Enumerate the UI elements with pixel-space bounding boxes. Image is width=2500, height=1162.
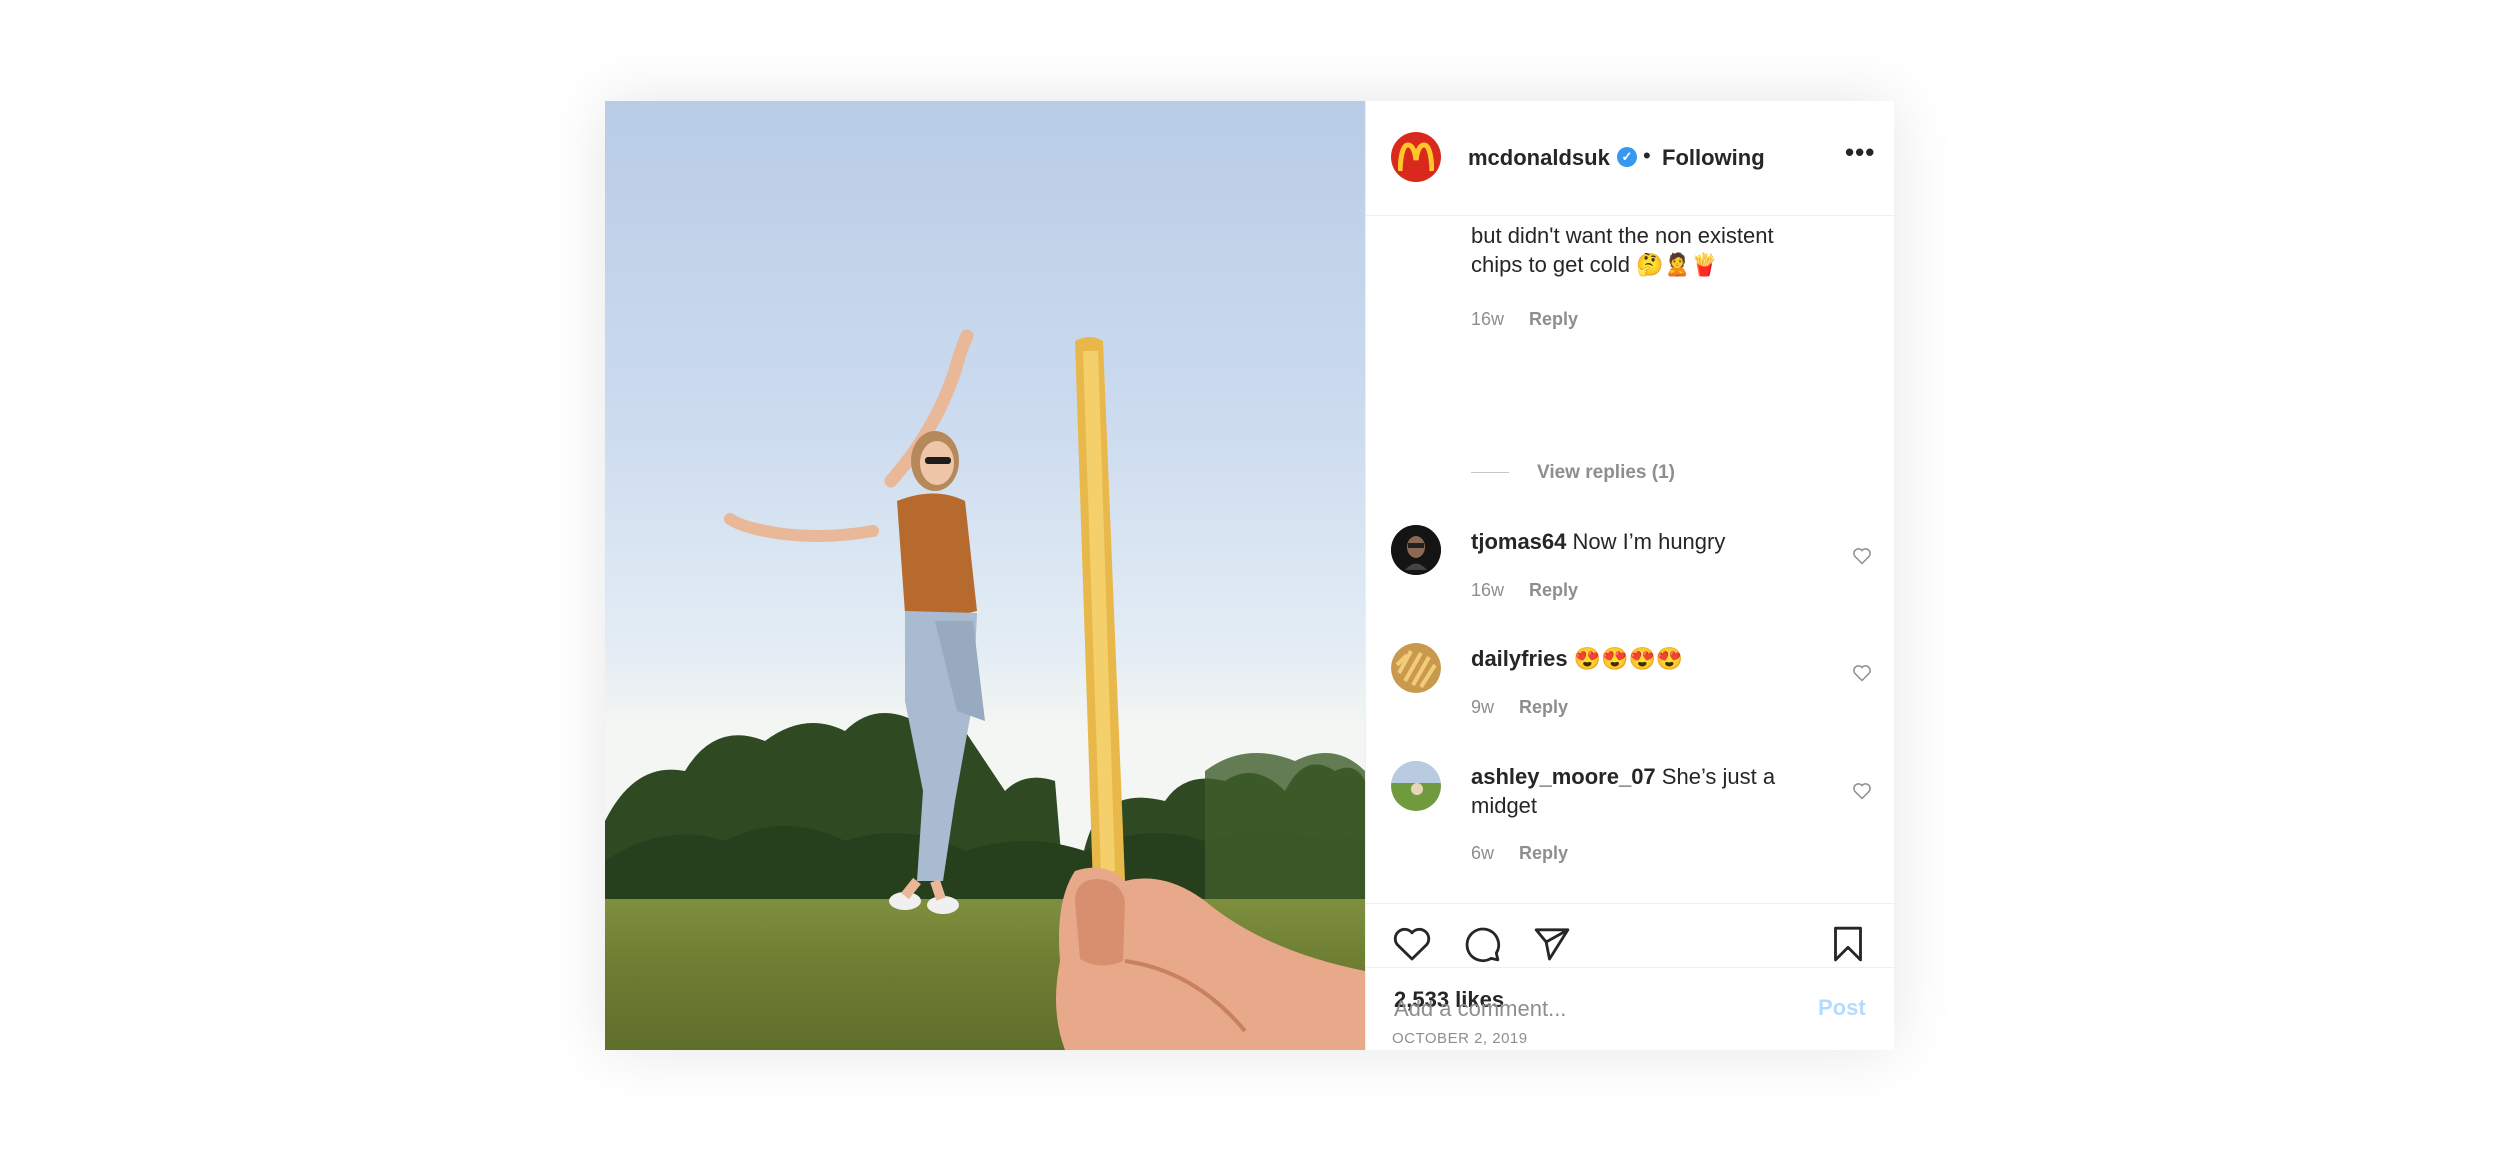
user-avatar-tjomas64 [1391, 525, 1441, 575]
comment-bubble-icon[interactable] [1462, 924, 1502, 964]
user-avatar-dailyfries [1391, 643, 1441, 693]
comment-text: ashley_moore_07 She’s just a [1471, 762, 1775, 791]
avatar[interactable] [1391, 525, 1441, 575]
comment-meta: 9w Reply [1471, 697, 1568, 718]
view-replies-label: View replies (1) [1537, 462, 1675, 483]
avatar[interactable] [1391, 643, 1441, 693]
holding-hand [1056, 867, 1365, 1050]
comment-body: Now I’m hungry [1572, 529, 1726, 554]
share-paper-plane-icon[interactable] [1532, 924, 1572, 964]
comment-body: 😍😍😍😍 [1573, 646, 1684, 671]
add-comment-bar: Post [1366, 967, 1895, 1051]
post-photo[interactable] [605, 101, 1365, 1050]
user-avatar-ashley-moore-07 [1391, 761, 1441, 811]
avatar[interactable] [1391, 761, 1441, 811]
comment-age: 16w [1471, 309, 1505, 329]
reply-button[interactable]: Reply [1529, 580, 1578, 600]
giant-fry [1075, 337, 1125, 889]
golden-arches-icon [1398, 142, 1434, 172]
more-options-icon[interactable]: ••• [1845, 137, 1875, 168]
comment-meta: 16w Reply [1471, 309, 1578, 330]
view-replies-button[interactable]: View replies (1) [1471, 462, 1675, 484]
like-comment-heart-icon[interactable] [1852, 781, 1872, 801]
comment-text: tjomas64 Now I’m hungry [1471, 527, 1725, 556]
like-comment-heart-icon[interactable] [1852, 546, 1872, 566]
header-separator: • [1643, 143, 1651, 168]
comments-list[interactable]: but didn't want the non existent chips t… [1366, 215, 1895, 903]
save-bookmark-icon[interactable] [1828, 924, 1868, 964]
comment-meta: 6w Reply [1471, 843, 1568, 864]
comment-username[interactable]: dailyfries [1471, 646, 1568, 671]
instagram-post-card: mcdonaldsuk ✓ • Following ••• but didn't… [605, 101, 1895, 1050]
woman-figure [724, 329, 985, 914]
post-author-username[interactable]: mcdonaldsuk [1468, 145, 1610, 171]
post-comment-button[interactable]: Post [1818, 995, 1866, 1021]
post-sidebar: mcdonaldsuk ✓ • Following ••• but didn't… [1365, 101, 1895, 1050]
like-heart-icon[interactable] [1392, 924, 1432, 964]
comment-body: She’s just a [1661, 764, 1776, 789]
replies-divider [1471, 472, 1509, 474]
comment-text: dailyfries 😍😍😍😍 [1471, 644, 1683, 673]
reply-button[interactable]: Reply [1519, 843, 1568, 863]
comment-username[interactable]: tjomas64 [1471, 529, 1566, 554]
comment-meta: 16w Reply [1471, 580, 1578, 601]
comment-body-line2: midget [1471, 793, 1538, 818]
mcdonalds-logo-avatar[interactable] [1391, 132, 1441, 182]
caption-text-line1: but didn't want the non existent [1471, 223, 1774, 248]
reply-button[interactable]: Reply [1519, 697, 1568, 717]
caption-text-line2: chips to get cold 🤔🙎🍟 [1471, 252, 1719, 277]
post-header: mcdonaldsuk ✓ • Following ••• [1366, 101, 1895, 216]
comment-age: 16w [1471, 580, 1505, 600]
like-comment-heart-icon[interactable] [1852, 663, 1872, 683]
verified-badge-icon: ✓ [1617, 147, 1637, 167]
add-comment-input[interactable] [1394, 996, 1774, 1022]
following-button[interactable]: Following [1662, 145, 1765, 171]
photo-subjects [724, 329, 1365, 1050]
reply-button[interactable]: Reply [1529, 309, 1578, 329]
comment-age: 9w [1471, 697, 1495, 717]
comment-username[interactable]: ashley_moore_07 [1471, 764, 1656, 789]
comment-age: 6w [1471, 843, 1495, 863]
